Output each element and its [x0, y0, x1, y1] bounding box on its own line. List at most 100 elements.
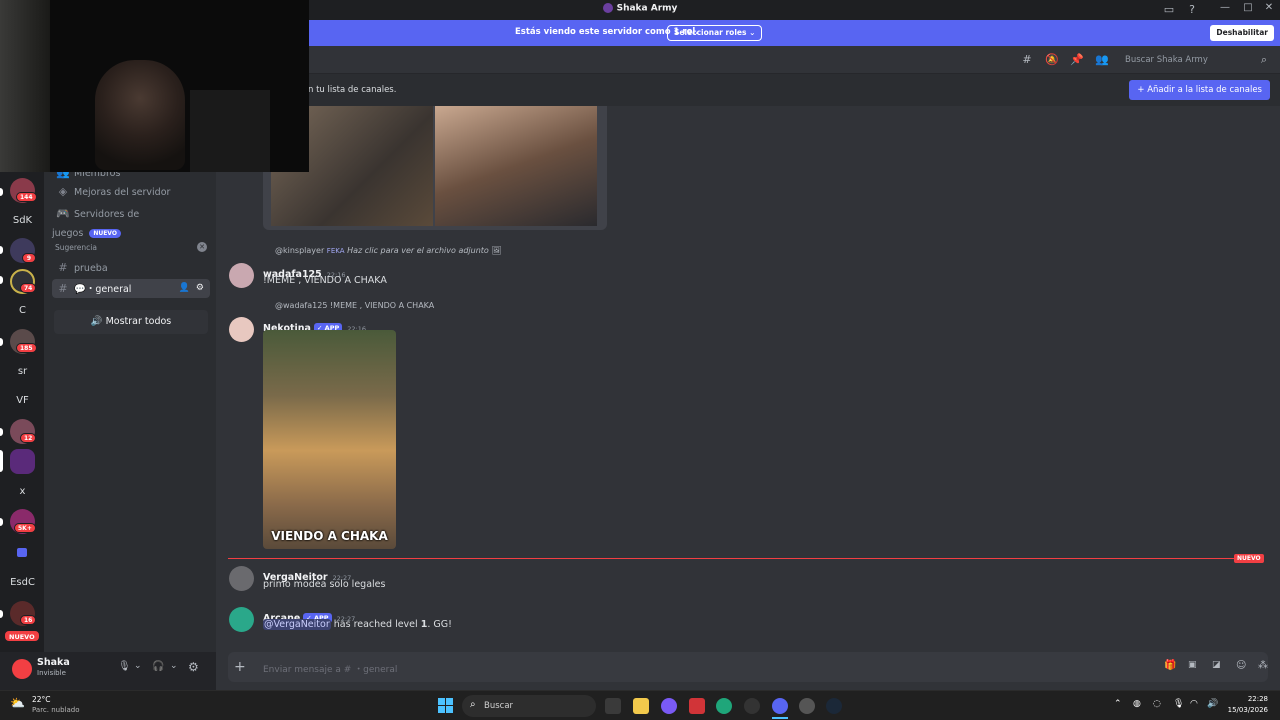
emoji-icon[interactable]: ☺ — [1236, 660, 1246, 671]
inbox-icon[interactable]: ▭ — [1162, 3, 1176, 17]
clock-time[interactable]: 22:28 — [1228, 695, 1268, 703]
sidebar-item-boosts[interactable]: ◈ Mejoras del servidor — [52, 182, 210, 201]
cat-meme-image[interactable]: VIENDO A CHAKA — [263, 330, 396, 549]
channel-general[interactable]: # 💬・general 👤 ⚙ — [52, 279, 210, 298]
avatar[interactable] — [12, 659, 32, 679]
mention-badge: 9 — [22, 253, 36, 263]
mention-badge: 144 — [16, 192, 37, 202]
chat-header: # 🔕 📌 👥 Buscar Shaka Army ⌕ — [216, 46, 1280, 74]
server-list: 144 SdK 9 74 C 185 sr VF 12 x 5K+ EsdC 1… — [0, 172, 44, 652]
gear-icon[interactable]: ⚙ — [196, 279, 204, 298]
tray-app-icon[interactable]: ◌ — [1153, 699, 1161, 709]
app-icon[interactable] — [744, 698, 760, 714]
mention-badge: 185 — [16, 343, 37, 353]
help-icon[interactable]: ? — [1185, 3, 1199, 17]
server-esdc[interactable]: EsdC — [6, 577, 39, 588]
image-panel — [435, 106, 597, 226]
microphone-icon[interactable]: 🎙 — [118, 661, 131, 672]
user-mention[interactable]: @VergaNeitor — [263, 619, 331, 630]
discord-icon[interactable] — [772, 698, 788, 714]
taskbar-search[interactable]: ⌕ Buscar — [462, 695, 596, 717]
user-name[interactable]: Shaka — [37, 657, 70, 668]
new-messages-divider — [228, 558, 1262, 559]
search-icon[interactable]: ⌕ — [1257, 53, 1271, 67]
app-icon[interactable] — [799, 698, 815, 714]
message-text: @VergaNeitor has reached level 1. GG! — [263, 619, 452, 630]
microphone-icon[interactable]: 🎙 — [1173, 699, 1184, 709]
server-sdk[interactable]: SdK — [6, 215, 39, 226]
avatar[interactable] — [229, 607, 254, 632]
select-roles-button[interactable]: Seleccionar roles ⌄ — [667, 25, 763, 41]
sticker-icon[interactable]: ◪ — [1212, 660, 1221, 670]
gift-icon[interactable]: 🎁 — [1164, 660, 1176, 671]
search-input[interactable]: Buscar Shaka Army — [1121, 51, 1273, 69]
image-caption: VIENDO A CHAKA — [271, 529, 388, 543]
tray-app-icon[interactable]: ◍ — [1133, 699, 1141, 709]
message-text: !MEME , VIENDO A CHAKA — [263, 275, 387, 286]
copilot-icon[interactable] — [661, 698, 677, 714]
threads-icon[interactable]: # — [1020, 53, 1034, 67]
close-button[interactable]: ✕ — [1258, 2, 1280, 18]
wifi-icon[interactable]: ◠ — [1190, 699, 1198, 709]
mute-bell-icon[interactable]: 🔕 — [1045, 53, 1059, 67]
add-to-channel-list-button[interactable]: + Añadir a la lista de canales — [1129, 80, 1270, 100]
plus-icon[interactable]: + — [234, 659, 246, 675]
avatar[interactable] — [229, 263, 254, 288]
server-c[interactable]: C — [6, 305, 39, 316]
notice-bar: n tu lista de canales. + Añadir a la lis… — [216, 74, 1280, 106]
invite-icon[interactable]: 👤 — [179, 279, 190, 298]
server-sr[interactable]: sr — [6, 366, 39, 377]
server-shaka-army[interactable] — [10, 449, 35, 474]
steam-icon[interactable] — [826, 698, 842, 714]
webcam-overlay — [0, 0, 309, 172]
role-view-banner: Estás viendo este servidor como 1 rol. S… — [309, 20, 1280, 46]
weather-icon[interactable]: ⛅ — [10, 696, 25, 710]
task-view-icon[interactable] — [605, 698, 621, 714]
minimize-button[interactable]: — — [1214, 2, 1236, 18]
gif-icon[interactable]: ▣ — [1188, 660, 1197, 670]
reply-preview[interactable]: @kinsplayer FEKA Haz clic para ver el ar… — [275, 246, 502, 255]
headphones-icon[interactable]: 🎧 — [152, 661, 164, 672]
avatar[interactable] — [229, 566, 254, 591]
attachment-image[interactable] — [263, 106, 607, 230]
webcam-chair — [190, 90, 270, 172]
category-label[interactable]: Sugerencia — [55, 243, 97, 252]
office-icon[interactable] — [689, 698, 705, 714]
chevron-up-icon[interactable]: ⌃ — [1114, 699, 1122, 709]
channel-sidebar: 👥 Miembros ◈ Mejoras del servidor 🎮 Servido… — [44, 106, 216, 652]
unread-pill — [0, 610, 3, 618]
message-input[interactable]: + Enviar mensaje a # ・general 🎁 ▣ ◪ ☺ ⁂ — [228, 652, 1268, 682]
settings-gear-icon[interactable]: ⚙ — [188, 660, 199, 674]
sidebar-item-game-servers[interactable]: 🎮 Servidores de juegos NUEVO — [52, 204, 210, 239]
file-explorer-icon[interactable] — [633, 698, 649, 714]
show-all-button[interactable]: 🔊 Mostrar todos — [54, 310, 208, 334]
mention-badge: 12 — [20, 433, 37, 443]
weather-temp[interactable]: 22°C — [32, 695, 51, 704]
server-x[interactable]: x — [6, 486, 39, 497]
composer: + Enviar mensaje a # ・general 🎁 ▣ ◪ ☺ ⁂ — [216, 652, 1280, 690]
weather-desc: Parc. nublado — [32, 706, 80, 714]
reply-preview[interactable]: @wadafa125 !MEME , VIENDO A CHAKA — [275, 301, 434, 310]
apps-icon[interactable]: ⁂ — [1258, 660, 1268, 671]
dismiss-icon[interactable]: ✕ — [197, 242, 207, 252]
chevron-down-icon: ⌄ — [749, 28, 756, 37]
avatar[interactable] — [229, 317, 254, 342]
message-text: primo modea solo legales — [263, 579, 386, 590]
server-icon — [602, 3, 613, 13]
volume-icon[interactable]: 🔊 — [1207, 699, 1218, 709]
edge-icon[interactable] — [716, 698, 732, 714]
start-button[interactable] — [438, 698, 453, 713]
chevron-down-icon[interactable]: ⌄ — [134, 661, 142, 671]
disable-button[interactable]: Deshabilitar — [1210, 25, 1274, 41]
chevron-down-icon[interactable]: ⌄ — [170, 661, 178, 671]
maximize-button[interactable]: □ — [1237, 2, 1259, 18]
user-status: Invisible — [37, 669, 66, 677]
pin-icon[interactable]: 📌 — [1070, 53, 1084, 67]
channel-prueba[interactable]: # prueba — [52, 258, 210, 277]
hash-icon: # — [58, 261, 68, 274]
server-vf[interactable]: VF — [6, 395, 39, 406]
new-badge: NUEVO — [4, 630, 40, 642]
members-icon[interactable]: 👥 — [1095, 53, 1109, 67]
clock-date[interactable]: 15/03/2026 — [1222, 706, 1268, 714]
folder-icon[interactable] — [17, 548, 27, 557]
